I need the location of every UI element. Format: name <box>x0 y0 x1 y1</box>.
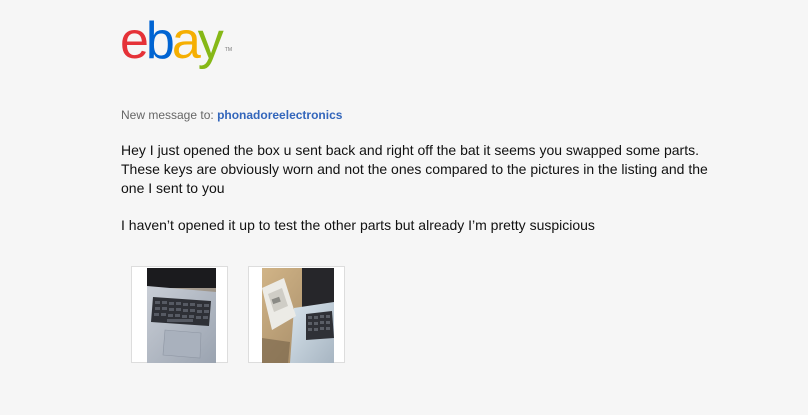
ebay-logo[interactable]: ebay TM <box>120 15 232 67</box>
logo-letter-y: y <box>197 12 224 70</box>
recipient-name-link[interactable]: phonadoreelectronics <box>217 108 342 122</box>
message-page: ebay TM New message to: phonadoreelectron… <box>0 0 808 415</box>
laptop-keyboard-photo <box>147 268 216 363</box>
logo-letter-a: a <box>171 12 201 70</box>
message-body: Hey I just opened the box u sent back an… <box>121 141 731 253</box>
logo-letter-b: b <box>145 12 175 70</box>
message-paragraph: Hey I just opened the box u sent back an… <box>121 142 708 196</box>
laptop-with-box-photo <box>262 268 334 363</box>
attachment-thumbnail[interactable] <box>131 266 228 363</box>
recipient-line: New message to: phonadoreelectronics <box>121 107 342 123</box>
logo-letter-e: e <box>120 12 149 70</box>
attachment-thumbnail[interactable] <box>248 266 345 363</box>
trademark-mark: TM <box>224 47 232 53</box>
recipient-prefix: New message to: <box>121 108 214 122</box>
message-paragraph: I haven’t opened it up to test the other… <box>121 217 595 233</box>
